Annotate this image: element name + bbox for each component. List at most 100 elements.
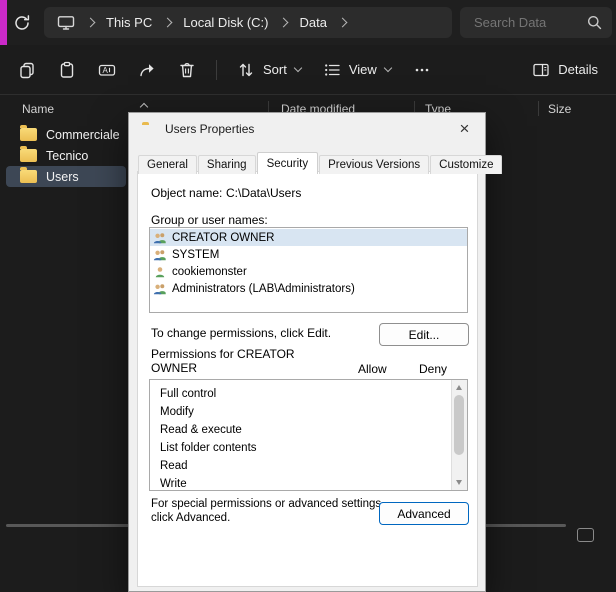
view-icon [323,61,341,79]
breadcrumb-chevron-icon [338,18,348,28]
svg-text:A: A [103,65,109,74]
view-button[interactable]: View [313,52,401,88]
users-properties-dialog: Users Properties × General Sharing Secur… [128,112,486,592]
tab-general[interactable]: General [138,155,197,174]
this-pc-icon [57,15,75,30]
column-header-name[interactable]: Name [22,102,54,116]
permissions-list[interactable]: Full control Modify Read & execute List … [149,379,468,491]
dialog-title: Users Properties [165,122,254,136]
advanced-button[interactable]: Advanced [379,502,469,525]
breadcrumb-this-pc[interactable]: This PC [106,15,152,30]
permission-name: Modify [160,406,194,418]
permission-name: Read [160,460,188,472]
search-box[interactable] [460,7,612,38]
permission-name: Full control [160,388,216,400]
folder-icon [20,170,37,183]
scroll-up-icon[interactable] [456,385,462,390]
command-toolbar: A Sort View Details [0,45,616,95]
refresh-button[interactable] [9,10,35,36]
list-item-cookiemonster[interactable]: cookiemonster [150,263,467,280]
tab-customize[interactable]: Customize [430,155,502,174]
group-list-label: Group or user names: [151,213,268,227]
search-input[interactable] [472,14,587,31]
vertical-scrollbar[interactable] [451,380,467,490]
file-name: Tecnico [46,149,88,163]
permission-row-modify[interactable]: Modify [150,403,467,421]
group-icon [153,283,167,295]
permission-name: List folder contents [160,442,257,454]
rename-icon: A [98,61,116,79]
permission-name: Read & execute [160,424,242,436]
object-name-value: C:\Data\Users [226,186,301,200]
file-row-users[interactable]: Users [6,166,126,187]
permission-row-read-execute[interactable]: Read & execute [150,421,467,439]
scrollbar-thumb[interactable] [454,395,464,455]
address-bar[interactable]: This PC Local Disk (C:) Data [44,7,452,38]
group-user-list[interactable]: CREATOR OWNER SYSTEM cookiemonster Admin… [149,227,468,313]
toolbar-divider [216,60,217,80]
list-item-system[interactable]: SYSTEM [150,246,467,263]
column-divider[interactable] [538,101,539,116]
navigation-bar: This PC Local Disk (C:) Data [0,0,616,45]
group-name: SYSTEM [172,249,219,261]
copy-button[interactable] [8,52,46,88]
file-name: Users [46,170,79,184]
breadcrumb-local-disk-c[interactable]: Local Disk (C:) [183,15,268,30]
details-button[interactable]: Details [522,52,608,88]
rename-button[interactable]: A [88,52,126,88]
file-row-commerciale[interactable]: Commerciale [6,124,126,145]
permission-name: Write [160,478,187,490]
file-list: Commerciale Tecnico Users [6,124,136,187]
breadcrumb-chevron-icon [86,18,96,28]
edit-hint: To change permissions, click Edit. [151,326,331,340]
sort-ascending-icon [141,99,147,113]
details-icon [532,61,550,79]
paste-button[interactable] [48,52,86,88]
search-icon [587,15,602,30]
breadcrumb-chevron-icon [163,18,173,28]
folder-icon [20,128,37,141]
paste-icon [58,61,76,79]
permission-row-write[interactable]: Write [150,475,467,491]
chevron-down-icon [294,64,302,72]
more-icon [413,61,431,79]
close-icon[interactable]: × [451,116,478,140]
share-button[interactable] [128,52,166,88]
details-label: Details [558,62,598,77]
refresh-icon [13,14,31,32]
advanced-hint: For special permissions or advanced sett… [151,498,389,525]
permission-row-list-folder-contents[interactable]: List folder contents [150,439,467,457]
more-options-button[interactable] [403,52,441,88]
delete-button[interactable] [168,52,206,88]
list-item-creator-owner[interactable]: CREATOR OWNER [150,229,467,246]
dialog-tabs: General Sharing Security Previous Versio… [138,152,503,174]
permission-row-read[interactable]: Read [150,457,467,475]
status-view-icon[interactable] [577,528,594,542]
view-label: View [349,62,377,77]
allow-column-label: Allow [358,362,387,376]
tab-sharing[interactable]: Sharing [198,155,256,174]
breadcrumb-data[interactable]: Data [299,15,326,30]
edit-button[interactable]: Edit... [379,323,469,346]
group-icon [153,249,167,261]
chevron-down-icon [384,64,392,72]
deny-column-label: Deny [419,362,447,376]
sort-icon [237,61,255,79]
list-item-administrators[interactable]: Administrators (LAB\Administrators) [150,280,467,297]
file-row-tecnico[interactable]: Tecnico [6,145,126,166]
tab-previous-versions[interactable]: Previous Versions [319,155,429,174]
sort-label: Sort [263,62,287,77]
column-header-size[interactable]: Size [548,102,571,116]
permission-row-full-control[interactable]: Full control [150,385,467,403]
folder-icon [20,149,37,162]
group-icon [153,232,167,244]
tab-security[interactable]: Security [257,152,319,174]
sort-button[interactable]: Sort [227,52,311,88]
trash-icon [178,61,196,79]
file-name: Commerciale [46,128,120,142]
scroll-down-icon[interactable] [456,480,462,485]
permissions-label: Permissions for CREATOR OWNER [151,347,309,375]
group-name: cookiemonster [172,266,247,278]
breadcrumb-chevron-icon [279,18,289,28]
group-name: CREATOR OWNER [172,232,274,244]
